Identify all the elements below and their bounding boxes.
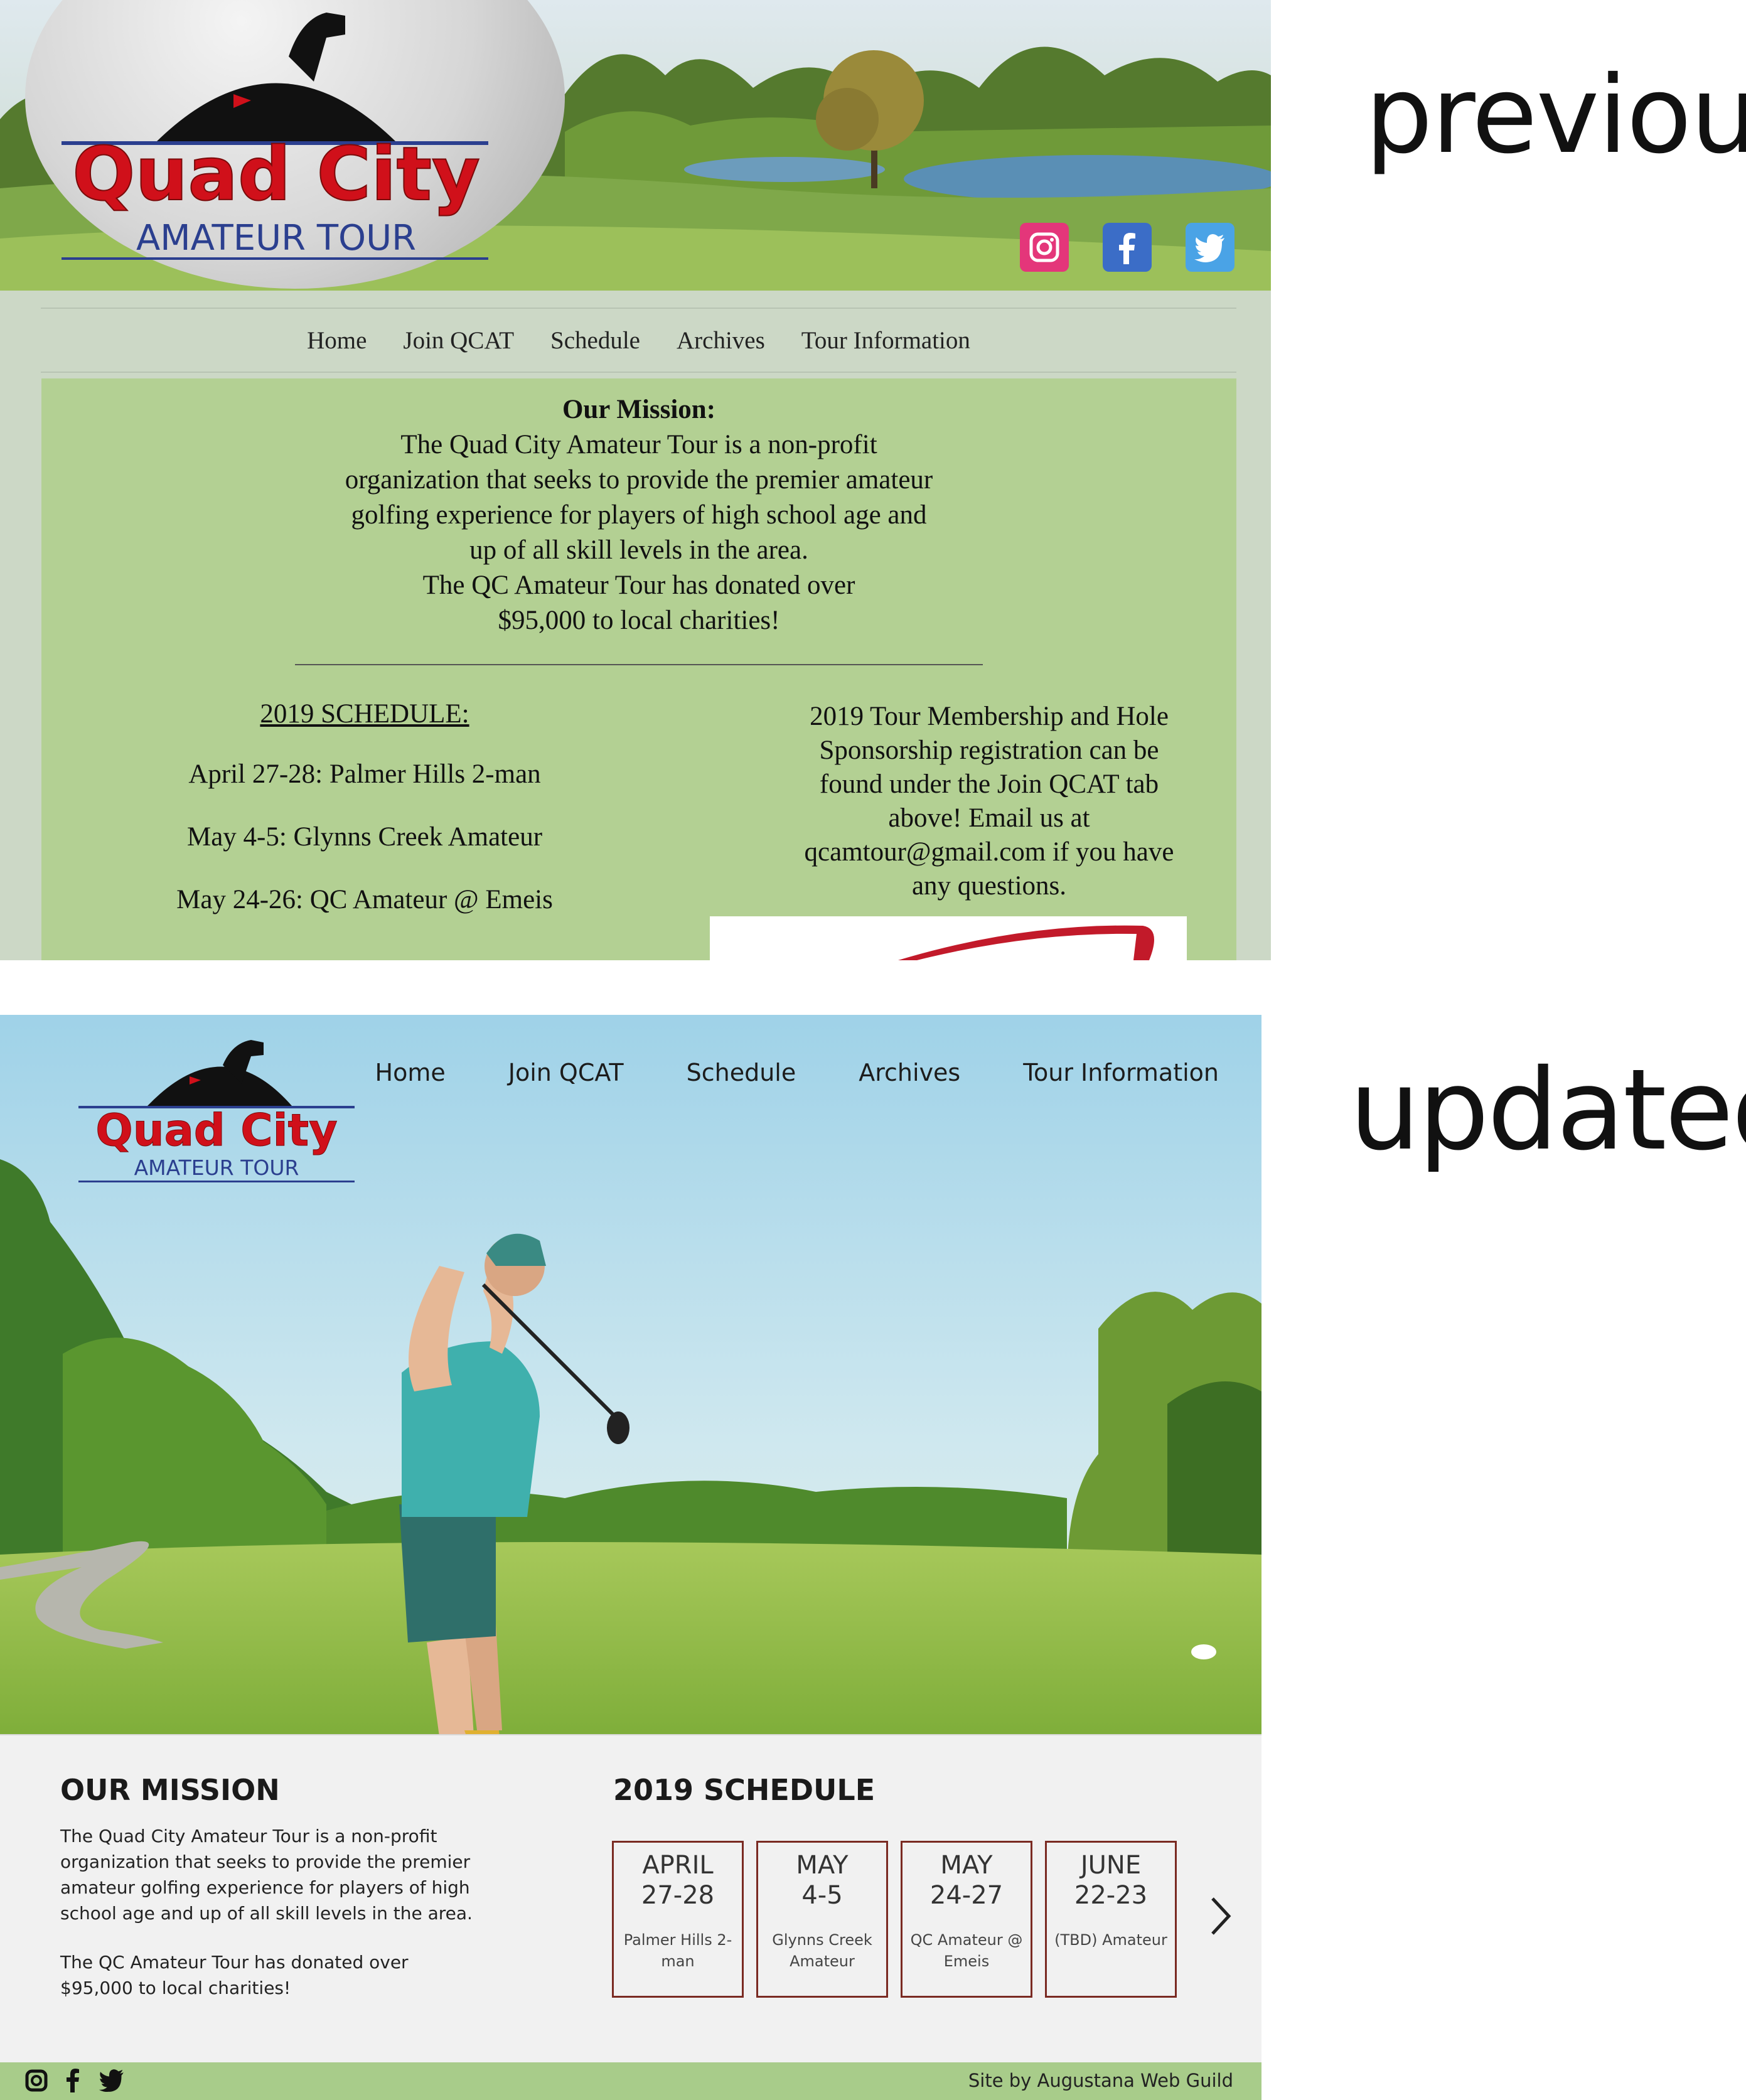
logo-amateur-tour-text: AMATEUR TOUR [134, 1155, 299, 1180]
nav-tour-information[interactable]: Tour Information [1023, 1059, 1219, 1086]
schedule-block: 2019 SCHEDULE: April 27-28: Palmer Hills… [123, 699, 606, 944]
membership-email-line[interactable]: qcamtour@gmail.com if you have [713, 835, 1265, 869]
info-panel: OUR MISSION The Quad City Amateur Tour i… [0, 1734, 1261, 2064]
site-credit[interactable]: Site by Augustana Web Guild [968, 2070, 1233, 2091]
facebook-icon[interactable] [65, 2069, 80, 2092]
updated-nav-bar: Home Join QCAT Schedule Archives Tour In… [375, 1059, 1219, 1086]
quad-city-logo[interactable]: Quad City AMATEUR TOUR [72, 1034, 361, 1191]
nav-schedule[interactable]: Schedule [550, 326, 640, 355]
twitter-icon[interactable] [1186, 223, 1235, 272]
card-event: Palmer Hills 2-man [623, 1931, 732, 1970]
updated-label: updated [1349, 1045, 1746, 1175]
schedule-title: 2019 SCHEDULE [613, 1773, 876, 1807]
nav-archives[interactable]: Archives [677, 326, 765, 355]
updated-site-screenshot: Quad City AMATEUR TOUR Home Join QCAT Sc… [0, 1015, 1261, 2100]
mission-line: $95,000 to local charities! [498, 606, 780, 635]
chevron-right-icon[interactable] [1205, 1891, 1236, 1941]
nav-archives[interactable]: Archives [859, 1059, 960, 1086]
card-dates: 22-23 [1074, 1881, 1148, 1910]
schedule-item: May 4-5: Glynns Creek Amateur [186, 822, 543, 852]
card-event: (TBD) Amateur [1054, 1931, 1167, 1949]
membership-line: Sponsorship registration can be [819, 736, 1159, 765]
schedule-cards: APRIL 27-28 Palmer Hills 2-man MAY 4-5 G… [612, 1841, 1177, 1998]
schedule-card[interactable]: MAY 4-5 Glynns Creek Amateur [756, 1841, 888, 1998]
nav-join-qcat[interactable]: Join QCAT [403, 326, 514, 355]
mission-block: Our Mission: The Quad City Amateur Tour … [41, 392, 1236, 638]
previous-content-panel: Our Mission: The Quad City Amateur Tour … [41, 378, 1236, 960]
logo-quad-city-text: Quad City [72, 131, 480, 217]
nav-home[interactable]: Home [375, 1059, 446, 1086]
logo-quad-city-text: Quad City [95, 1105, 338, 1156]
twitter-icon[interactable] [98, 2069, 126, 2092]
mission-paragraph: The QC Amateur Tour has donated over $95… [60, 1952, 409, 1998]
membership-line: found under the Join QCAT tab [819, 769, 1159, 799]
card-event: Glynns Creek Amateur [772, 1931, 872, 1970]
nav-tour-information[interactable]: Tour Information [801, 326, 970, 355]
previous-site-screenshot: Quad City AMATEUR TOUR Home Join QCAT Sc… [0, 0, 1271, 960]
mission-line: up of all skill levels in the area. [469, 535, 808, 565]
previous-nav-bar: Home Join QCAT Schedule Archives Tour In… [41, 308, 1236, 373]
mission-line: golfing experience for players of high s… [351, 500, 927, 530]
card-month: MAY [940, 1851, 993, 1880]
nav-schedule[interactable]: Schedule [687, 1059, 796, 1086]
previous-label: previous [1365, 53, 1746, 178]
card-month: APRIL [642, 1851, 714, 1880]
card-dates: 24-27 [929, 1881, 1004, 1910]
sponsor-image [710, 916, 1187, 960]
footer-social [25, 2069, 126, 2092]
mission-paragraph: The Quad City Amateur Tour is a non-prof… [60, 1826, 473, 1924]
quad-city-logo[interactable]: Quad City AMATEUR TOUR [50, 0, 502, 291]
nav-join-qcat[interactable]: Join QCAT [508, 1059, 624, 1086]
mission-line: The QC Amateur Tour has donated over [422, 571, 855, 600]
schedule-card[interactable]: APRIL 27-28 Palmer Hills 2-man [612, 1841, 744, 1998]
previous-header-banner: Quad City AMATEUR TOUR [0, 0, 1271, 291]
divider [295, 664, 983, 665]
mission-line: The Quad City Amateur Tour is a non-prof… [400, 430, 877, 459]
mission-line: organization that seeks to provide the p… [345, 465, 933, 495]
card-dates: 27-28 [641, 1881, 715, 1910]
card-dates: 4-5 [801, 1881, 843, 1910]
membership-line: above! Email us at [888, 803, 1090, 833]
card-event: QC Amateur @ Emeis [910, 1931, 1023, 1970]
membership-line: any questions. [911, 871, 1067, 901]
schedule-card[interactable]: JUNE 22-23 (TBD) Amateur [1045, 1841, 1177, 1998]
footer-bar: Site by Augustana Web Guild [0, 2062, 1261, 2100]
mission-title: Our Mission: [562, 395, 716, 424]
logo-amateur-tour-text: AMATEUR TOUR [136, 218, 416, 259]
schedule-item: May 24-26: QC Amateur @ Emeis [176, 885, 553, 914]
hero-section: Quad City AMATEUR TOUR Home Join QCAT Sc… [0, 1015, 1261, 1734]
mission-title: OUR MISSION [60, 1773, 280, 1807]
card-month: JUNE [1080, 1851, 1142, 1880]
nav-home[interactable]: Home [307, 326, 367, 355]
instagram-icon[interactable] [1020, 223, 1069, 272]
schedule-title: 2019 SCHEDULE: [260, 699, 469, 729]
schedule-item: April 27-28: Palmer Hills 2-man [188, 759, 541, 789]
instagram-icon[interactable] [25, 2069, 48, 2092]
membership-block: 2019 Tour Membership and Hole Sponsorshi… [713, 700, 1265, 903]
schedule-card[interactable]: MAY 24-27 QC Amateur @ Emeis [901, 1841, 1032, 1998]
card-month: MAY [796, 1851, 849, 1880]
membership-line: 2019 Tour Membership and Hole [810, 702, 1169, 731]
facebook-icon[interactable] [1103, 223, 1152, 272]
mission-text: The Quad City Amateur Tour is a non-prof… [60, 1823, 481, 2024]
